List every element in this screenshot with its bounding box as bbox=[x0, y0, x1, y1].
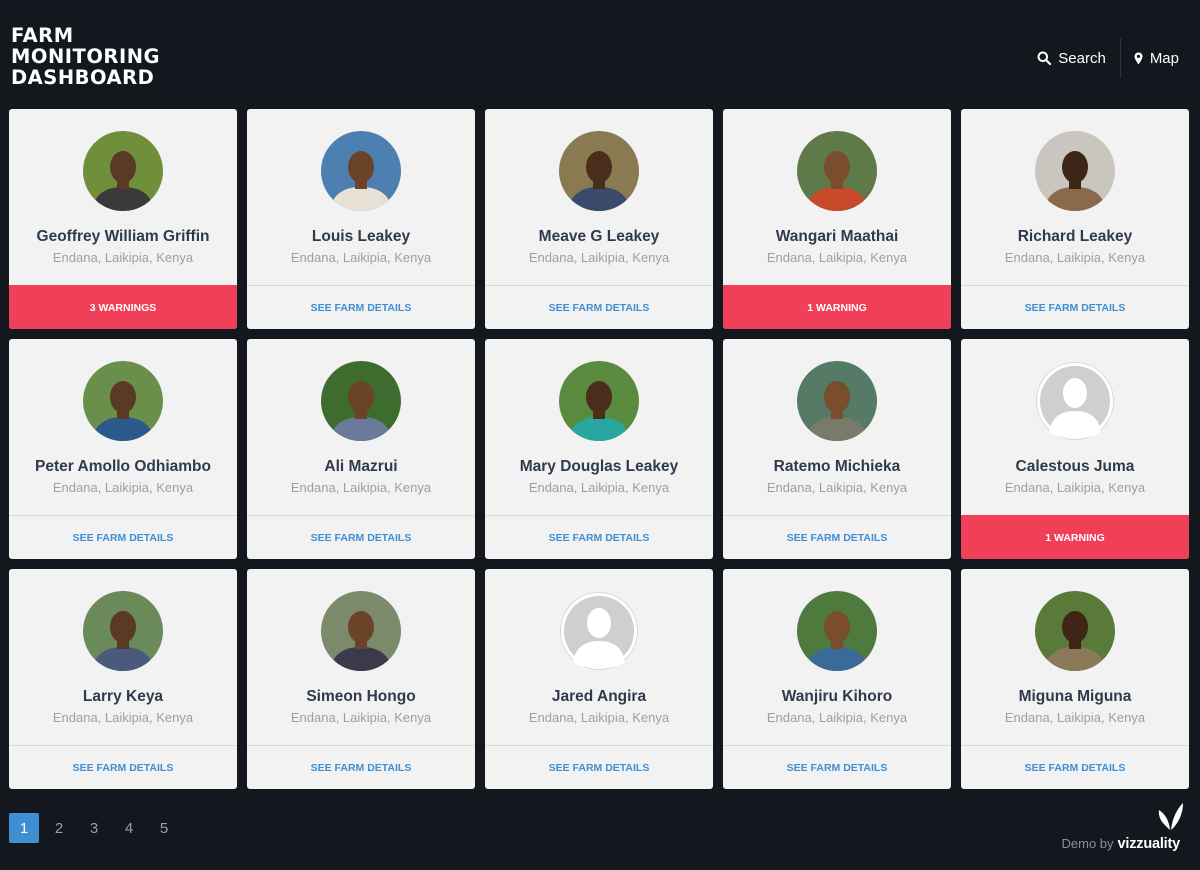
search-icon bbox=[1037, 51, 1052, 65]
farmer-location: Endana, Laikipia, Kenya bbox=[52, 710, 194, 725]
see-farm-details-link[interactable]: SEE FARM DETAILS bbox=[961, 285, 1189, 329]
farmer-avatar bbox=[83, 591, 163, 671]
farmer-name: Wangari Maathai bbox=[775, 228, 899, 245]
farmer-name: Wanjiru Kihoro bbox=[781, 688, 893, 705]
farmer-card: Mary Douglas Leakey Endana, Laikipia, Ken… bbox=[485, 339, 713, 559]
farmer-card: Simeon Hongo Endana, Laikipia, Kenya SEE F… bbox=[247, 569, 475, 789]
see-farm-details-link[interactable]: SEE FARM DETAILS bbox=[723, 745, 951, 789]
farmer-avatar bbox=[1035, 591, 1115, 671]
farmer-avatar bbox=[797, 361, 877, 441]
user-placeholder-icon bbox=[1035, 361, 1115, 441]
farmer-name: Jared Angira bbox=[551, 688, 647, 705]
see-farm-details-link[interactable]: SEE FARM DETAILS bbox=[485, 745, 713, 789]
farmer-location: Endana, Laikipia, Kenya bbox=[52, 250, 194, 265]
farmer-name: Ratemo Michieka bbox=[773, 458, 901, 475]
farmer-card: Miguna Miguna Endana, Laikipia, Kenya SEE … bbox=[961, 569, 1189, 789]
farmer-avatar bbox=[797, 131, 877, 211]
farmer-card: Richard Leakey Endana, Laikipia, Kenya SEE… bbox=[961, 109, 1189, 329]
farmer-card: Larry Keya Endana, Laikipia, Kenya SEE FAR… bbox=[9, 569, 237, 789]
leaf-icon bbox=[1158, 803, 1183, 830]
credit: Demo by vizzuality bbox=[1061, 803, 1183, 852]
farmer-card: Peter Amollo Odhiambo Endana, Laikipia, K… bbox=[9, 339, 237, 559]
farmer-card: Jared Angira Endana, Laikipia, Kenya SEE F… bbox=[485, 569, 713, 789]
farmer-avatar bbox=[321, 591, 401, 671]
farmer-location: Endana, Laikipia, Kenya bbox=[52, 480, 194, 495]
search-button[interactable]: Search bbox=[1037, 38, 1120, 78]
app-title: FARM MONITORING DASHBOARD bbox=[11, 24, 161, 89]
map-button[interactable]: Map bbox=[1121, 38, 1200, 78]
map-label: Map bbox=[1149, 49, 1179, 67]
warnings-button[interactable]: 1 WARNING bbox=[961, 515, 1189, 559]
farmer-name: Miguna Miguna bbox=[1018, 688, 1132, 705]
farmer-name: Peter Amollo Odhiambo bbox=[35, 458, 211, 475]
farmer-name: Meave G Leakey bbox=[538, 228, 660, 245]
farmer-location: Endana, Laikipia, Kenya bbox=[766, 250, 908, 265]
farmer-location: Endana, Laikipia, Kenya bbox=[1004, 710, 1146, 725]
brand-name: vizzuality bbox=[1117, 836, 1181, 852]
see-farm-details-link[interactable]: SEE FARM DETAILS bbox=[9, 515, 237, 559]
farmer-name: Mary Douglas Leakey bbox=[519, 458, 679, 475]
page-link-2[interactable]: 2 bbox=[44, 813, 74, 843]
user-placeholder-icon bbox=[559, 591, 639, 671]
farmer-avatar bbox=[1035, 131, 1115, 211]
farmer-card: Geoffrey William Griffin Endana, Laikipia… bbox=[9, 109, 237, 329]
warnings-button[interactable]: 1 WARNING bbox=[723, 285, 951, 329]
page-link-5[interactable]: 5 bbox=[149, 813, 179, 843]
farmer-avatar bbox=[321, 131, 401, 211]
page-link-4[interactable]: 4 bbox=[114, 813, 144, 843]
farmer-name: Geoffrey William Griffin bbox=[36, 228, 210, 245]
farmer-card: Meave G Leakey Endana, Laikipia, Kenya SEE… bbox=[485, 109, 713, 329]
farmer-card: Ratemo Michieka Endana, Laikipia, Kenya SE… bbox=[723, 339, 951, 559]
farmer-location: Endana, Laikipia, Kenya bbox=[766, 710, 908, 725]
credit-label: Demo by bbox=[1061, 836, 1114, 851]
farmer-location: Endana, Laikipia, Kenya bbox=[528, 710, 670, 725]
search-label: Search bbox=[1058, 49, 1106, 67]
see-farm-details-link[interactable]: SEE FARM DETAILS bbox=[9, 745, 237, 789]
see-farm-details-link[interactable]: SEE FARM DETAILS bbox=[247, 285, 475, 329]
brand-logo[interactable]: vizzuality bbox=[1117, 803, 1183, 852]
farmer-avatar bbox=[797, 591, 877, 671]
farmer-card: Calestous Juma Endana, Laikipia, Kenya 1 W… bbox=[961, 339, 1189, 559]
see-farm-details-link[interactable]: SEE FARM DETAILS bbox=[723, 515, 951, 559]
page-link-1[interactable]: 1 bbox=[9, 813, 39, 843]
top-nav: Search Map bbox=[1037, 38, 1200, 78]
farmer-card: Ali Mazrui Endana, Laikipia, Kenya SEE FAR… bbox=[247, 339, 475, 559]
farmer-name: Simeon Hongo bbox=[306, 688, 416, 705]
farmer-grid: Geoffrey William Griffin Endana, Laikipia… bbox=[9, 109, 1189, 789]
farmer-location: Endana, Laikipia, Kenya bbox=[290, 710, 432, 725]
farmer-location: Endana, Laikipia, Kenya bbox=[290, 480, 432, 495]
warnings-button[interactable]: 3 WARNINGS bbox=[9, 285, 237, 329]
farmer-avatar bbox=[83, 131, 163, 211]
farmer-avatar bbox=[321, 361, 401, 441]
farmer-card: Louis Leakey Endana, Laikipia, Kenya SEE F… bbox=[247, 109, 475, 329]
farmer-name: Ali Mazrui bbox=[324, 458, 398, 475]
see-farm-details-link[interactable]: SEE FARM DETAILS bbox=[247, 745, 475, 789]
see-farm-details-link[interactable]: SEE FARM DETAILS bbox=[247, 515, 475, 559]
farmer-card: Wangari Maathai Endana, Laikipia, Kenya 1 … bbox=[723, 109, 951, 329]
farmer-avatar bbox=[559, 131, 639, 211]
page-link-3[interactable]: 3 bbox=[79, 813, 109, 843]
farmer-location: Endana, Laikipia, Kenya bbox=[528, 480, 670, 495]
farmer-card: Wanjiru Kihoro Endana, Laikipia, Kenya SEE… bbox=[723, 569, 951, 789]
see-farm-details-link[interactable]: SEE FARM DETAILS bbox=[485, 515, 713, 559]
farmer-name: Louis Leakey bbox=[311, 228, 411, 245]
farmer-location: Endana, Laikipia, Kenya bbox=[1004, 480, 1146, 495]
farmer-location: Endana, Laikipia, Kenya bbox=[528, 250, 670, 265]
farmer-avatar bbox=[83, 361, 163, 441]
see-farm-details-link[interactable]: SEE FARM DETAILS bbox=[485, 285, 713, 329]
farmer-name: Calestous Juma bbox=[1015, 458, 1135, 475]
pagination: 12345 bbox=[9, 813, 184, 843]
see-farm-details-link[interactable]: SEE FARM DETAILS bbox=[961, 745, 1189, 789]
farmer-name: Richard Leakey bbox=[1017, 228, 1133, 245]
farmer-avatar bbox=[559, 361, 639, 441]
map-pin-icon bbox=[1134, 52, 1143, 64]
farmer-location: Endana, Laikipia, Kenya bbox=[766, 480, 908, 495]
farmer-name: Larry Keya bbox=[82, 688, 164, 705]
farmer-location: Endana, Laikipia, Kenya bbox=[1004, 250, 1146, 265]
farmer-location: Endana, Laikipia, Kenya bbox=[290, 250, 432, 265]
app-header: FARM MONITORING DASHBOARD Search Map bbox=[0, 0, 1200, 108]
